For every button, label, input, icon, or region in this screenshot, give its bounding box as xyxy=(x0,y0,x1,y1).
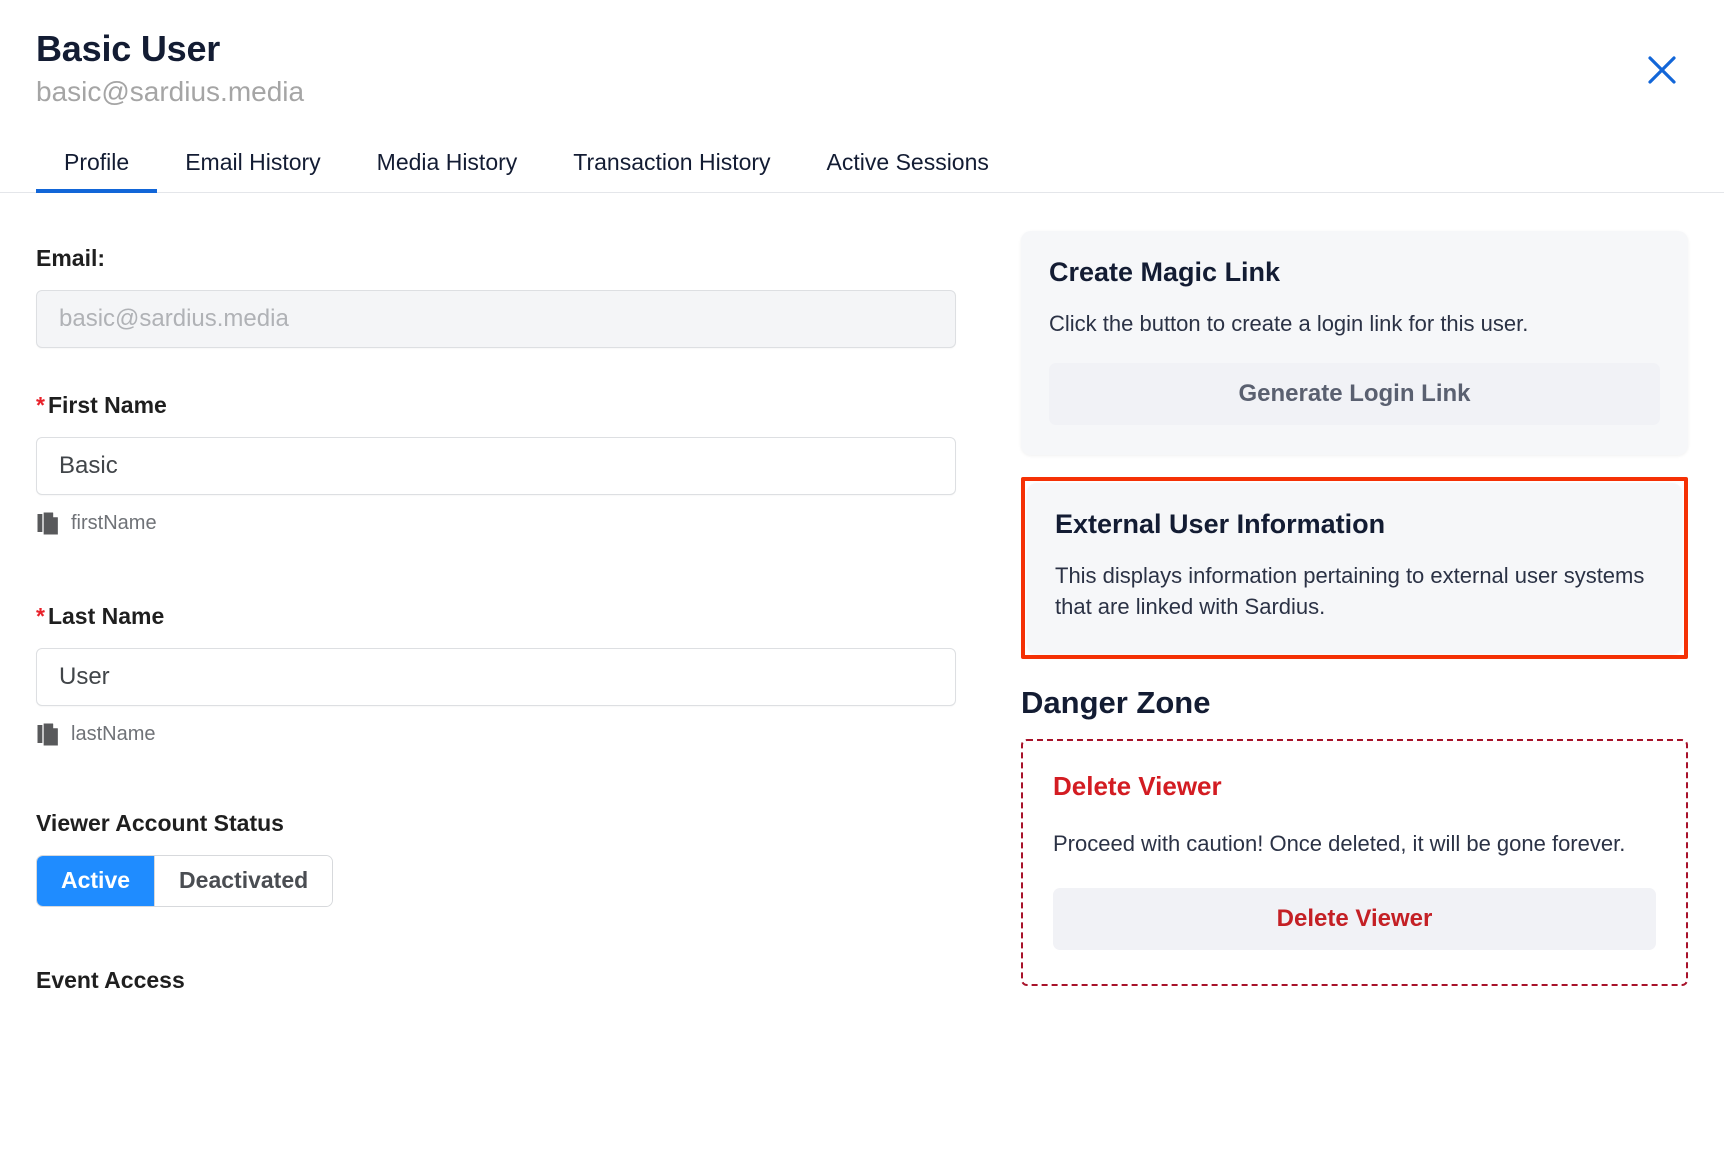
last-name-value: User xyxy=(59,662,110,690)
last-name-label-text: Last Name xyxy=(47,602,165,629)
generate-login-link-button[interactable]: Generate Login Link xyxy=(1049,363,1660,426)
profile-form: Email: basic@sardius.media * First Name B… xyxy=(36,193,991,994)
first-name-label: * First Name xyxy=(36,392,991,419)
status-option-deactivated[interactable]: Deactivated xyxy=(155,855,333,906)
delete-viewer-description: Proceed with caution! Once deleted, it w… xyxy=(1053,830,1626,856)
close-icon xyxy=(1642,50,1682,90)
email-field-group: Email: basic@sardius.media xyxy=(36,245,991,348)
page-title: Basic User xyxy=(36,28,221,69)
delete-viewer-button[interactable]: Delete Viewer xyxy=(1053,887,1656,950)
first-name-field-group: * First Name Basic firstName xyxy=(36,392,991,537)
tab-transaction-history[interactable]: Transaction History xyxy=(545,139,798,192)
last-name-input[interactable]: User xyxy=(36,647,956,706)
account-status-label: Viewer Account Status xyxy=(36,809,284,836)
external-user-information-card: External User Information This displays … xyxy=(1027,483,1682,653)
tab-bar: Profile Email History Media History Tran… xyxy=(0,139,1724,193)
danger-zone-heading: Danger Zone xyxy=(1021,684,1211,720)
external-user-title: External User Information xyxy=(1055,509,1386,540)
copy-icon xyxy=(36,511,60,537)
account-status-toggle: Active Deactivated xyxy=(36,854,334,907)
first-name-input[interactable]: Basic xyxy=(36,436,956,495)
copy-last-name-label: lastName xyxy=(71,723,156,746)
close-button[interactable] xyxy=(1640,48,1684,92)
copy-icon xyxy=(36,722,60,748)
copy-last-name-field[interactable]: lastName xyxy=(36,722,155,748)
email-input[interactable]: basic@sardius.media xyxy=(36,289,956,348)
copy-first-name-label: firstName xyxy=(71,512,157,535)
magic-link-title: Create Magic Link xyxy=(1049,256,1281,287)
tab-media-history[interactable]: Media History xyxy=(349,139,546,192)
tab-profile[interactable]: Profile xyxy=(36,139,158,193)
panel-body: Email: basic@sardius.media * First Name B… xyxy=(0,193,1724,994)
copy-first-name-field[interactable]: firstName xyxy=(36,511,157,537)
last-name-label: * Last Name xyxy=(36,603,991,630)
email-input-placeholder: basic@sardius.media xyxy=(59,304,289,332)
page-subtitle-email: basic@sardius.media xyxy=(36,76,305,108)
first-name-value: Basic xyxy=(59,451,118,479)
danger-zone-box: Delete Viewer Proceed with caution! Once… xyxy=(1021,738,1688,986)
user-profile-panel: Basic User basic@sardius.media Profile E… xyxy=(0,0,1724,1174)
first-name-label-text: First Name xyxy=(47,391,167,418)
required-asterisk: * xyxy=(36,391,45,418)
email-label: Email: xyxy=(36,244,106,271)
tab-active-sessions[interactable]: Active Sessions xyxy=(799,139,1017,192)
event-access-heading: Event Access xyxy=(36,966,185,993)
status-option-active[interactable]: Active xyxy=(37,855,155,906)
account-status-group: Viewer Account Status Active Deactivated xyxy=(36,810,991,907)
delete-viewer-title: Delete Viewer xyxy=(1053,770,1222,801)
side-panel: Create Magic Link Click the button to cr… xyxy=(991,193,1688,994)
panel-header: Basic User basic@sardius.media xyxy=(0,0,1724,109)
create-magic-link-card: Create Magic Link Click the button to cr… xyxy=(1021,230,1688,456)
last-name-field-group: * Last Name User lastName xyxy=(36,603,991,748)
external-user-description: This displays information pertaining to … xyxy=(1055,563,1645,620)
magic-link-description: Click the button to create a login link … xyxy=(1049,310,1529,336)
external-user-highlight-box: External User Information This displays … xyxy=(1021,477,1688,659)
tab-email-history[interactable]: Email History xyxy=(157,139,348,192)
required-asterisk: * xyxy=(36,602,45,629)
